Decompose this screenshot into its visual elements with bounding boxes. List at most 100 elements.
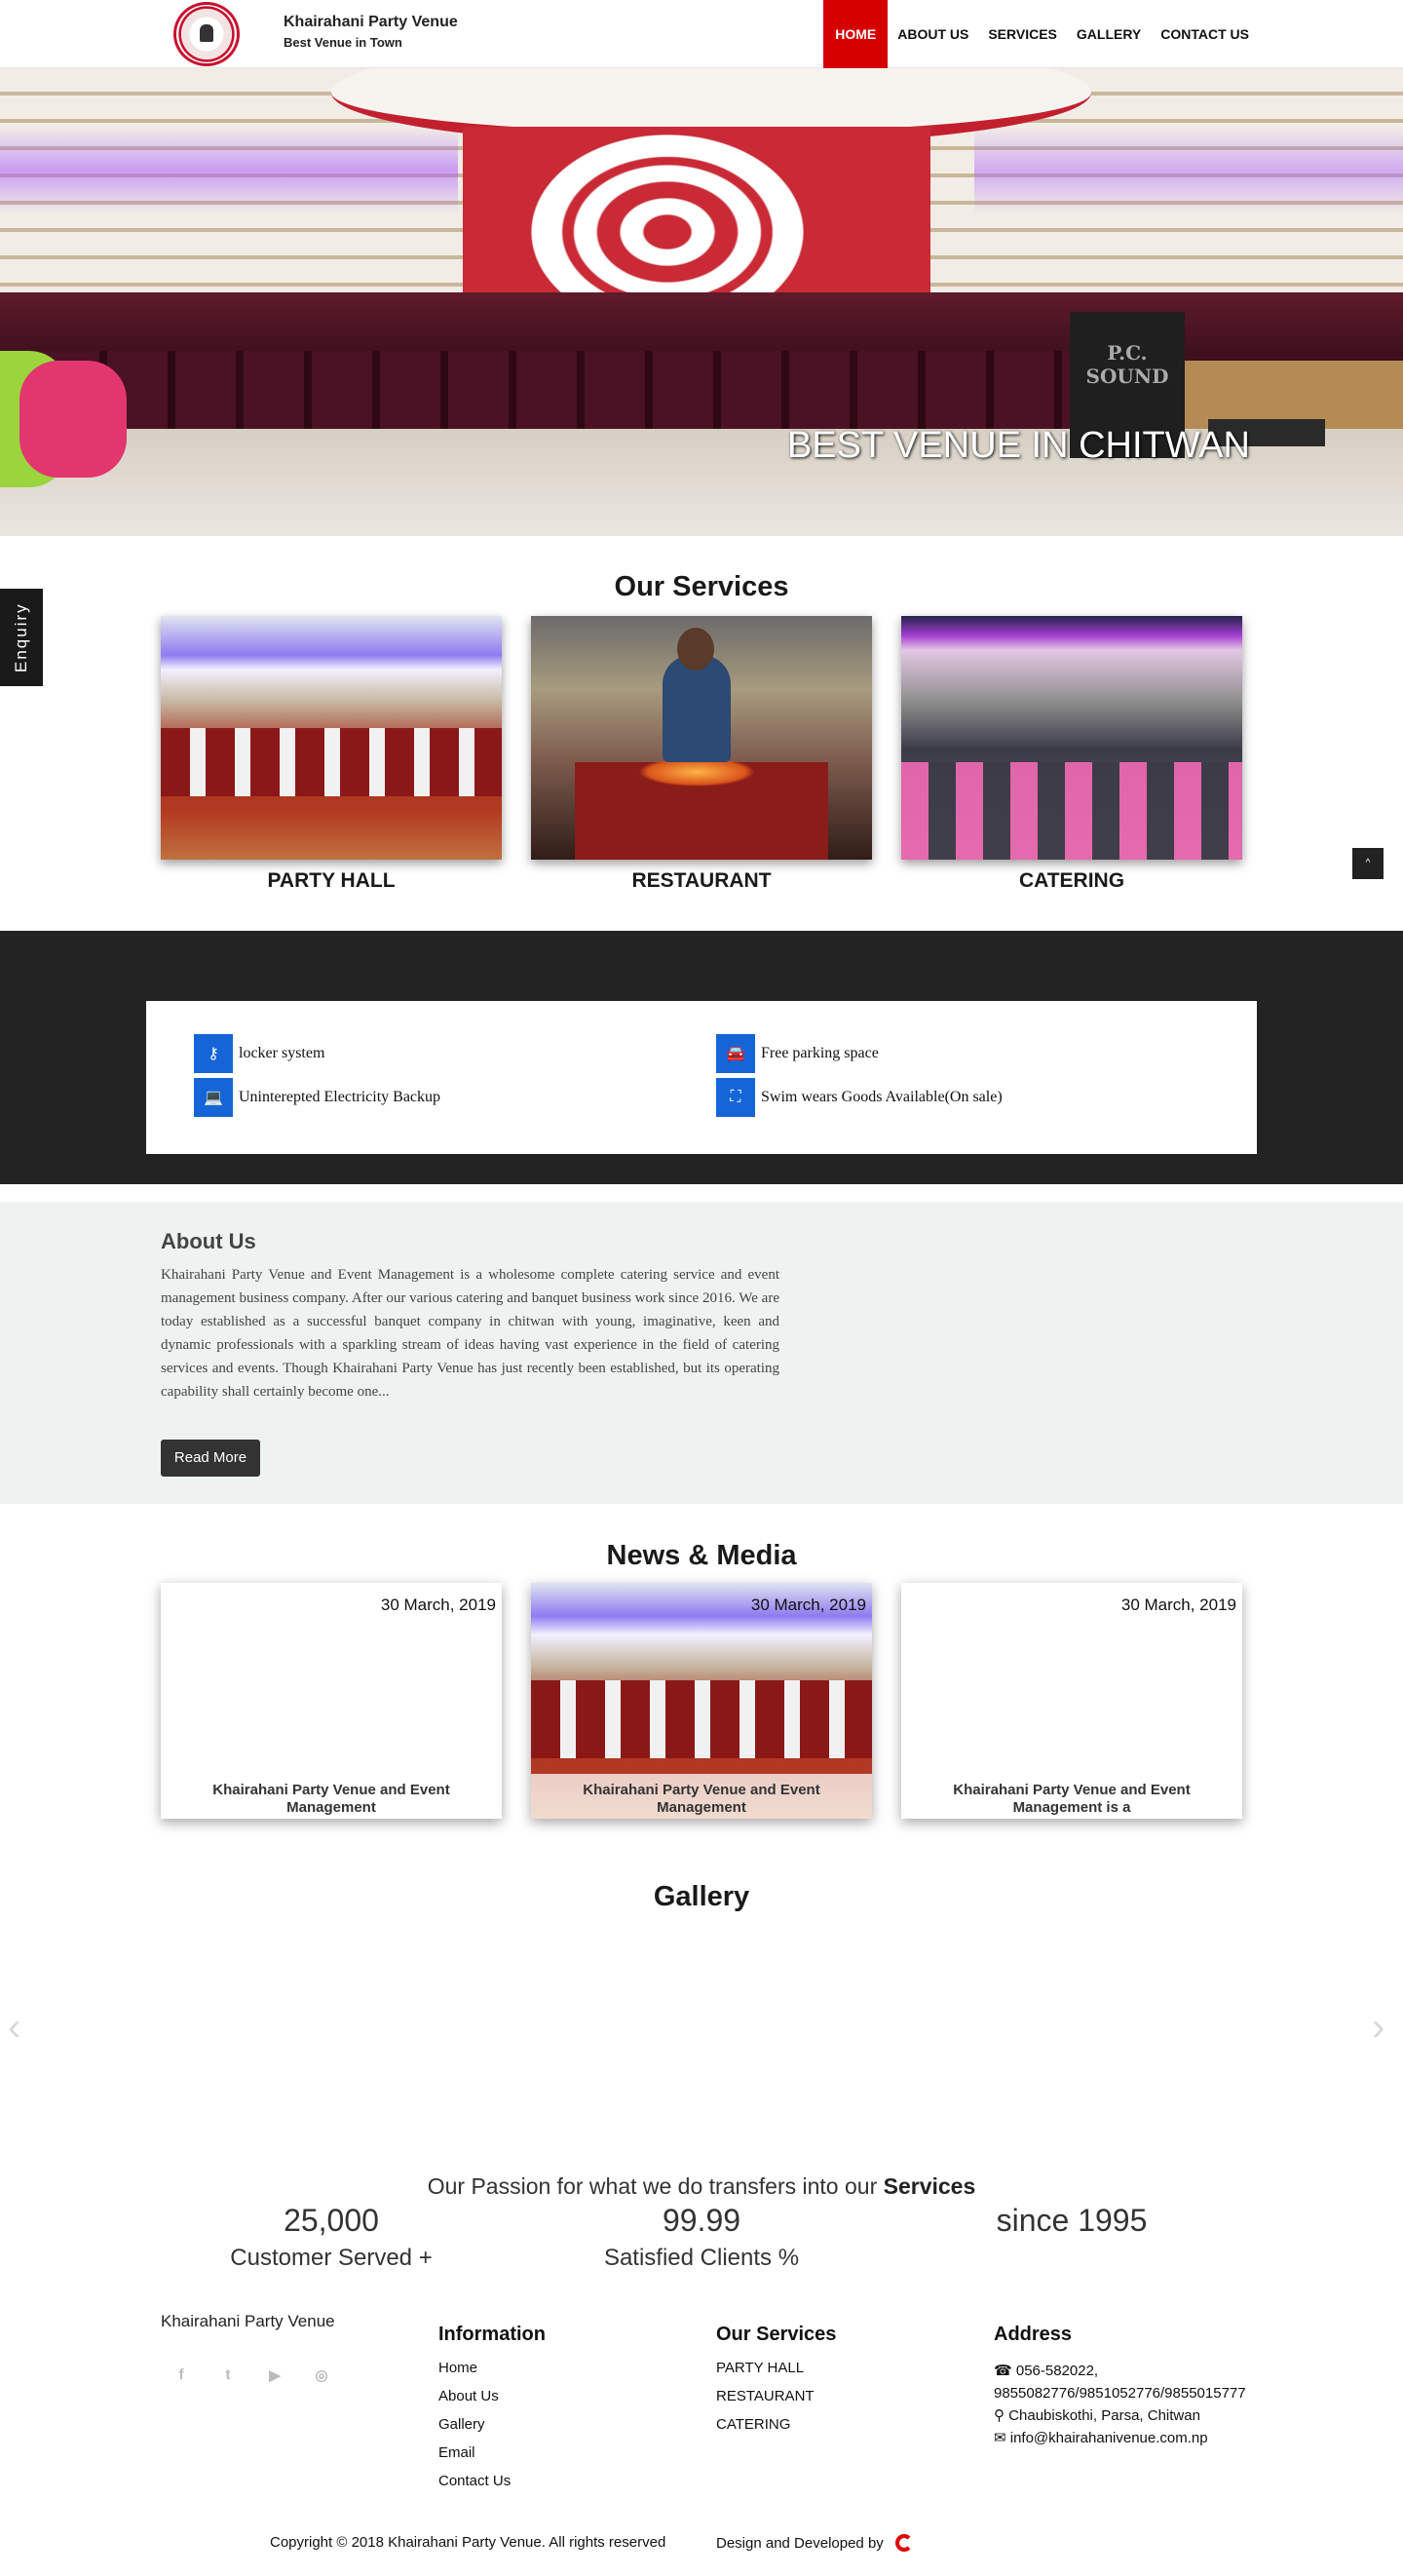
news-title[interactable]: Khairahani Party Venue and Event Managem… (161, 1774, 502, 1819)
enquiry-tab[interactable]: Enquiry (0, 589, 43, 686)
laptop-icon: 💻 (194, 1078, 233, 1117)
instagram-icon[interactable]: ◎ (312, 2366, 331, 2386)
footer-link-catering[interactable]: CATERING (716, 2416, 836, 2433)
chef-head (677, 628, 714, 671)
footer-link-restaurant[interactable]: RESTAURANT (716, 2388, 836, 2404)
location-text: Chaubiskothi, Parsa, Chitwan (1008, 2407, 1200, 2424)
map-marker-icon: ⚲ (994, 2407, 1005, 2424)
service-card-catering[interactable] (901, 616, 1242, 860)
hall-tables (161, 728, 502, 796)
stat-number: 99.99 (662, 2203, 741, 2238)
developer-credit: Design and Developed by (716, 2534, 913, 2552)
services-heading: Our Services (614, 571, 789, 602)
feature-electricity: 💻 Uninterepted Electricity Backup (194, 1078, 440, 1117)
stat-satisfied: 99.99 Satisfied Clients % (516, 2203, 887, 2272)
copyright-text: Copyright © 2018 Khairahani Party Venue.… (270, 2534, 666, 2551)
footer-link-contact-us[interactable]: Contact Us (438, 2473, 546, 2489)
news-card[interactable]: 30 March, 2019 Khairahani Party Venue an… (901, 1583, 1242, 1819)
facebook-icon[interactable]: f (171, 2366, 191, 2386)
news-card[interactable]: 30 March, 2019 Khairahani Party Venue an… (531, 1583, 872, 1819)
footer-information-heading: Information (438, 2324, 546, 2345)
twitter-icon[interactable]: t (218, 2366, 238, 2386)
venue-logo[interactable] (173, 2, 240, 66)
nav-about-us[interactable]: ABOUT US (888, 0, 978, 68)
footer-address-heading: Address (994, 2324, 1073, 2345)
read-more-button[interactable]: Read More (161, 1440, 260, 1477)
gallery-next-arrow-icon[interactable]: › (1372, 2006, 1384, 2050)
feature-locker: ⚷ locker system (194, 1034, 324, 1073)
passion-bold: Services (883, 2173, 976, 2199)
news-heading: News & Media (606, 1540, 797, 1571)
gallery-prev-arrow-icon[interactable]: ‹ (8, 2006, 20, 2050)
nav-services[interactable]: SERVICES (978, 0, 1067, 68)
news-card[interactable]: 30 March, 2019 Khairahani Party Venue an… (161, 1583, 502, 1819)
news-title[interactable]: Khairahani Party Venue and Event Managem… (531, 1774, 872, 1819)
news-title[interactable]: Khairahani Party Venue and Event Managem… (901, 1774, 1242, 1819)
about-text: Khairahani Party Venue and Event Managem… (161, 1267, 779, 1400)
social-links: f t ▶ ◎ (171, 2366, 331, 2386)
footer-address: Address ☎ 056-582022, 9855082776/9851052… (994, 2324, 1286, 2449)
footer-our-services: Our Services PARTY HALL RESTAURANT CATER… (716, 2324, 836, 2444)
phone-text: 056-582022, 9855082776/9851052776/985501… (994, 2363, 1246, 2402)
site-header: Khairahani Party Venue Best Venue in Tow… (0, 0, 1403, 68)
feature-label: Swim wears Goods Available(On sale) (761, 1089, 1003, 1105)
nav-gallery[interactable]: GALLERY (1067, 0, 1151, 68)
footer-information: Information Home About Us Gallery Email … (438, 2324, 546, 2501)
features-box: ⚷ locker system 🚘 Free parking space 💻 U… (146, 1001, 1257, 1154)
hero-neon-right (974, 127, 1403, 214)
passion-line: Our Passion for what we do transfers int… (0, 2173, 1403, 2200)
footer-link-about-us[interactable]: About Us (438, 2388, 546, 2404)
service-label-party-hall[interactable]: PARTY HALL (161, 869, 502, 893)
hero-caption: BEST VENUE IN CHITWAN (786, 425, 1250, 466)
main-nav: HOME ABOUT US SERVICES GALLERY CONTACT U… (823, 0, 1259, 68)
news-date: 30 March, 2019 (1120, 1596, 1236, 1614)
about-section: About Us Khairahani Party Venue and Even… (0, 1202, 1403, 1504)
brand-tagline: Best Venue in Town (284, 35, 402, 50)
service-label-restaurant[interactable]: RESTAURANT (531, 869, 872, 893)
service-card-restaurant[interactable] (531, 616, 872, 860)
service-label-catering[interactable]: CATERING (901, 869, 1242, 893)
gallery-heading: Gallery (653, 1881, 750, 1912)
nav-contact-us[interactable]: CONTACT US (1151, 0, 1259, 68)
news-image-tables (531, 1680, 872, 1758)
footer-link-email[interactable]: Email (438, 2444, 546, 2461)
brand-block[interactable]: Khairahani Party Venue Best Venue in Tow… (284, 14, 458, 50)
footer-link-gallery[interactable]: Gallery (438, 2416, 546, 2433)
nav-home[interactable]: HOME (823, 0, 889, 68)
binoculars-icon: ⛶ (716, 1078, 755, 1117)
passion-text: Our Passion for what we do transfers int… (427, 2173, 878, 2199)
developer-logo-icon[interactable] (894, 2534, 913, 2552)
stat-label: Customer Served + (230, 2245, 433, 2271)
feature-label: locker system (239, 1045, 325, 1061)
service-card-party-hall[interactable] (161, 616, 502, 860)
footer-services-heading: Our Services (716, 2324, 837, 2345)
chef (663, 655, 731, 762)
feature-label: Uninterepted Electricity Backup (239, 1089, 441, 1105)
email-text[interactable]: info@khairahanivenue.com.np (1010, 2430, 1208, 2446)
hero-slider: P.C. SOUND BEST VENUE IN CHITWAN (0, 68, 1403, 536)
speaker-label: P.C. SOUND (1085, 341, 1169, 388)
footer-phone: ☎ 056-582022, 9855082776/9851052776/9855… (994, 2360, 1286, 2404)
hero-neon-left (0, 127, 458, 214)
stat-customers: 25,000 Customer Served + (146, 2203, 516, 2272)
footer-location: ⚲ Chaubiskothi, Parsa, Chitwan (994, 2404, 1286, 2427)
brand-title: Khairahani Party Venue (284, 14, 458, 30)
footer-brand: Khairahani Party Venue (161, 2312, 335, 2330)
envelope-icon: ✉ (994, 2430, 1006, 2446)
car-icon: 🚘 (716, 1034, 755, 1073)
key-icon: ⚷ (194, 1034, 233, 1073)
footer-link-party-hall[interactable]: PARTY HALL (716, 2360, 836, 2376)
feature-parking: 🚘 Free parking space (716, 1034, 879, 1073)
scroll-to-top-button[interactable]: ^ (1352, 848, 1384, 879)
news-date: 30 March, 2019 (750, 1596, 866, 1614)
feature-label: Free parking space (761, 1045, 879, 1061)
feature-swimwear: ⛶ Swim wears Goods Available(On sale) (716, 1078, 1003, 1117)
stat-number: 25,000 (284, 2203, 379, 2238)
about-heading: About Us (161, 1229, 256, 1253)
catering-tables (901, 762, 1242, 860)
hero-pink-chair (19, 361, 127, 478)
footer-link-home[interactable]: Home (438, 2360, 546, 2376)
youtube-icon[interactable]: ▶ (265, 2366, 284, 2386)
footer-email: ✉ info@khairahanivenue.com.np (994, 2427, 1286, 2449)
developer-credit-text: Design and Developed by (716, 2534, 884, 2552)
